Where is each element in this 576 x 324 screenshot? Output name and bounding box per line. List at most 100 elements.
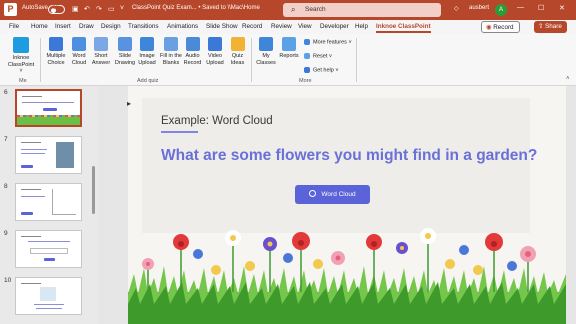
slide-drawing-icon — [118, 37, 132, 51]
ribbon-tabs: File Home Insert Draw Design Transitions… — [0, 20, 576, 34]
iu-label-1: Image — [139, 53, 155, 59]
classpoint-icon — [13, 37, 29, 53]
sd-label-2: Drawing — [114, 59, 136, 66]
slide-drawing-button[interactable]: Slide Drawing — [113, 37, 137, 66]
yellow-flower — [211, 259, 483, 275]
avatar[interactable]: A — [495, 4, 507, 16]
multiple-choice-button[interactable]: Multiple Choice — [44, 37, 68, 66]
thumb-building-image — [56, 142, 74, 168]
thumb-question-line — [22, 102, 74, 103]
collapse-ribbon-icon[interactable]: ˄ — [566, 76, 570, 82]
separator — [40, 38, 41, 82]
my-classes-button[interactable]: My Classes — [255, 37, 277, 66]
slide-title[interactable]: Example: Word Cloud — [161, 115, 273, 127]
more-features-label: More features ˅ — [313, 39, 352, 46]
blue-flower — [193, 245, 517, 271]
share-button[interactable]: ⇧ Share — [534, 21, 567, 33]
thumb-text-line — [21, 149, 47, 150]
tab-review[interactable]: Review — [271, 23, 292, 30]
slides-pane: 6 7 8 9 10 — [0, 86, 98, 324]
search-box[interactable]: ⌕ Search — [283, 3, 441, 17]
tab-transitions[interactable]: Transitions — [128, 23, 159, 30]
ar-label-1: Audio — [185, 53, 200, 59]
reports-label: Reports — [279, 53, 299, 59]
record-button[interactable]: ◉ Record — [481, 21, 520, 33]
fill-in-blanks-button[interactable]: Fill in the Blanks — [159, 37, 183, 66]
mc2-label-1: My — [262, 53, 270, 59]
inknoe-label-1: Inknoe — [12, 55, 30, 61]
tab-file[interactable]: File — [9, 23, 19, 30]
word-cloud-slide-button[interactable]: Word Cloud — [295, 185, 370, 204]
wc-label-1: Word — [72, 53, 86, 59]
more-features-icon — [304, 39, 310, 45]
share-icon: ⇧ — [538, 23, 544, 30]
mc-label-2: Choice — [47, 59, 65, 66]
slide-question[interactable]: What are some flowers you might find in … — [161, 147, 537, 165]
slide-thumbnail-9[interactable] — [15, 230, 82, 268]
scrollbar-thumb[interactable] — [92, 166, 95, 214]
slide-thumbnail-8[interactable] — [15, 183, 82, 221]
undo-icon[interactable]: ↶ — [84, 5, 90, 13]
help-icon — [304, 67, 310, 73]
image-upload-button[interactable]: Image Upload — [136, 37, 158, 66]
tab-animations[interactable]: Animations — [167, 23, 198, 30]
thumb-text-line — [21, 196, 45, 197]
video-upload-button[interactable]: Video Upload — [205, 37, 225, 66]
user-name[interactable]: ausbert — [469, 5, 489, 11]
slide-thumbnail-6[interactable] — [15, 89, 82, 127]
tab-inknoe-classpoint[interactable]: Inknoe ClassPoint — [376, 23, 431, 33]
slides-pane-scrollbar[interactable] — [91, 86, 96, 322]
save-icon[interactable]: ▣ — [72, 5, 79, 13]
current-slide[interactable]: Example: Word Cloud What are some flower… — [128, 86, 566, 324]
close-icon[interactable]: ✕ — [559, 4, 565, 12]
lightbulb-icon — [230, 37, 245, 51]
mc2-label-2: Classes — [256, 59, 276, 66]
redo-icon[interactable]: ↷ — [96, 5, 102, 13]
slide-thumbnail-7[interactable] — [15, 136, 82, 174]
tab-design[interactable]: Design — [101, 23, 121, 30]
red-flower — [292, 232, 310, 250]
tab-slide-show[interactable]: Slide Show — [206, 23, 238, 30]
qi-label-1: Quiz — [231, 53, 244, 59]
separator — [356, 38, 357, 82]
tab-help[interactable]: Help — [355, 23, 368, 30]
diamond-icon[interactable]: ◇ — [454, 5, 459, 12]
tab-record[interactable]: Record — [242, 23, 262, 30]
start-slideshow-icon[interactable]: ▭ — [108, 5, 115, 13]
pink-flower — [520, 246, 536, 262]
audio-record-button[interactable]: Audio Record — [183, 37, 202, 66]
reports-button[interactable]: Reports — [278, 37, 300, 60]
purple-flower — [263, 237, 277, 251]
slide-thumbnail-10[interactable] — [15, 277, 82, 315]
red-flower — [366, 234, 382, 250]
word-cloud-button[interactable]: Word Cloud — [69, 37, 89, 66]
wc-label-2: Cloud — [71, 59, 87, 66]
thumb-button — [21, 165, 33, 168]
thumb-text-line — [34, 304, 64, 305]
reset-button[interactable]: Reset ˅ — [304, 53, 332, 59]
tab-insert[interactable]: Insert — [55, 23, 71, 30]
maximize-icon[interactable]: ☐ — [538, 4, 544, 12]
fb-label-2: Blanks — [162, 59, 180, 66]
tab-home[interactable]: Home — [31, 23, 48, 30]
quiz-ideas-button[interactable]: Quiz Ideas — [229, 37, 246, 66]
tab-view[interactable]: View — [298, 23, 312, 30]
sa-label-2: Answer — [91, 59, 111, 66]
vu-label-2: Upload — [206, 59, 224, 66]
thumb-title-line — [21, 236, 41, 237]
ar-label-2: Record — [183, 59, 202, 66]
minimize-icon[interactable]: — — [517, 4, 524, 11]
short-answer-button[interactable]: Short Answer — [90, 37, 112, 66]
more-features-button[interactable]: More features ˅ — [304, 39, 352, 45]
multiple-choice-icon — [49, 37, 63, 51]
tab-draw[interactable]: Draw — [79, 23, 94, 30]
tab-developer[interactable]: Developer — [320, 23, 349, 30]
document-title[interactable]: ClassPoint Quiz Exam... • Saved to \\Mac… — [132, 5, 260, 11]
inknoe-classpoint-button[interactable]: Inknoe ClassPoint ˅ — [6, 37, 36, 75]
reset-label: Reset ˅ — [313, 53, 333, 60]
thumb-title-line — [21, 142, 41, 143]
get-help-button[interactable]: Get help ˅ — [304, 67, 339, 73]
slide-number: 9 — [4, 230, 8, 237]
group-label-add-quiz: Add quiz — [137, 78, 159, 84]
customize-toolbar-icon[interactable]: ˅ — [120, 5, 124, 12]
